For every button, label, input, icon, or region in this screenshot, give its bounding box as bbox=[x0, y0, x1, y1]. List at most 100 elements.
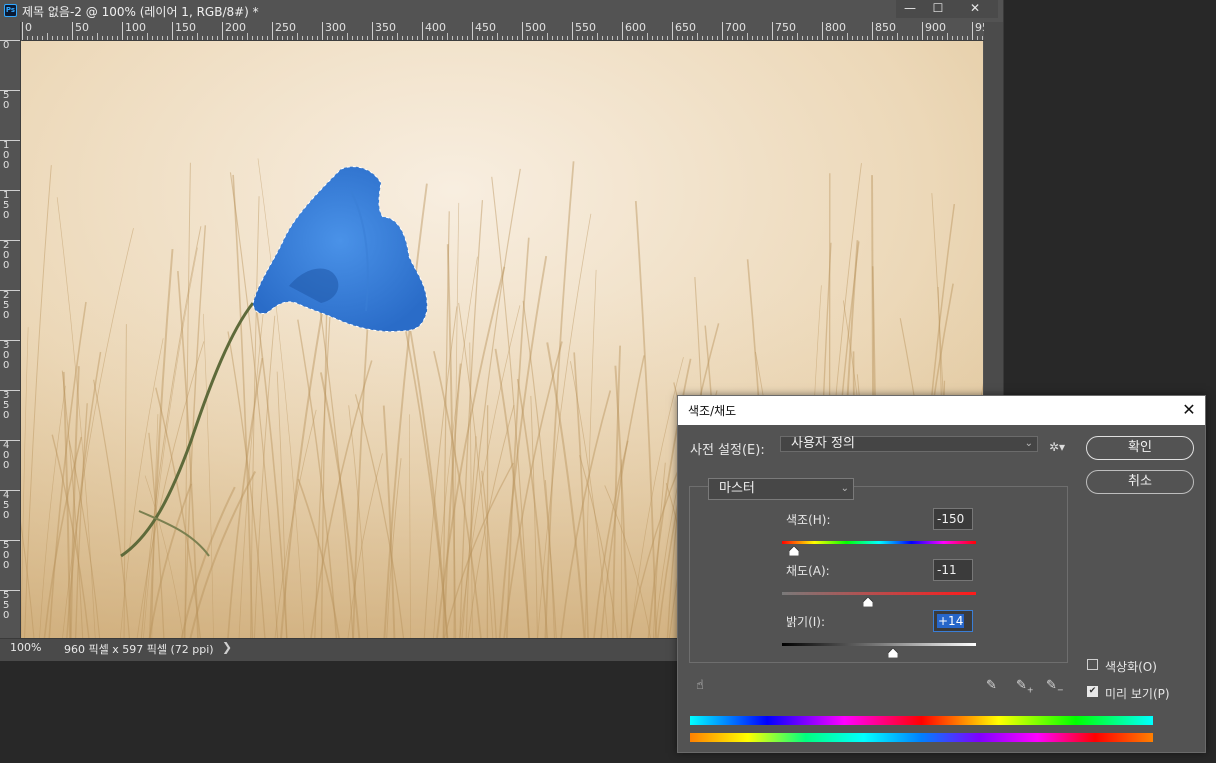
eyedropper-minus-icon[interactable]: ✎− bbox=[1046, 678, 1064, 695]
dialog-close-button[interactable]: ✕ bbox=[1178, 400, 1200, 420]
ruler-tick-label: 0 bbox=[0, 40, 20, 51]
ruler-minor-tick bbox=[912, 36, 913, 40]
colorize-checkbox[interactable] bbox=[1087, 659, 1098, 670]
ruler-minor-tick bbox=[402, 36, 403, 40]
ruler-minor-tick bbox=[437, 36, 438, 40]
hue-saturation-dialog: 색조/채도 ✕ 사전 설정(E): 사용자 정의 ⌄ ✲▾ 확인 취소 마스터 … bbox=[677, 395, 1206, 753]
hue-input[interactable]: -150 bbox=[933, 508, 973, 530]
ruler-minor-tick bbox=[307, 36, 308, 40]
preset-value: 사용자 정의 bbox=[791, 436, 855, 451]
ruler-minor-tick bbox=[57, 36, 58, 40]
ruler-minor-tick bbox=[262, 36, 263, 40]
cancel-button[interactable]: 취소 bbox=[1086, 470, 1194, 494]
ruler-corner[interactable] bbox=[0, 22, 21, 41]
document-title: 제목 없음-2 @ 100% (레이어 1, RGB/8#) * bbox=[22, 5, 259, 19]
saturation-input[interactable]: -11 bbox=[933, 559, 973, 581]
ruler-minor-tick bbox=[452, 36, 453, 40]
ruler-minor-tick bbox=[487, 36, 488, 40]
ruler-minor-tick bbox=[182, 36, 183, 40]
ruler-minor-tick bbox=[562, 36, 563, 40]
ruler-minor-tick bbox=[917, 36, 918, 40]
ruler-minor-tick bbox=[237, 36, 238, 40]
ruler-tick-label: 3 0 0 bbox=[0, 340, 20, 371]
colorize-label[interactable]: 색상화(O) bbox=[1105, 658, 1157, 675]
preset-select[interactable]: 사용자 정의 ⌄ bbox=[780, 436, 1038, 452]
ruler-minor-tick bbox=[167, 36, 168, 40]
lightness-slider-thumb[interactable] bbox=[887, 648, 898, 658]
ruler-minor-tick bbox=[352, 36, 353, 40]
ruler-minor-tick bbox=[942, 36, 943, 40]
ruler-minor-tick bbox=[957, 36, 958, 40]
ruler-minor-tick bbox=[177, 36, 178, 40]
ruler-minor-tick bbox=[952, 36, 953, 40]
ruler-minor-tick bbox=[852, 36, 853, 40]
ruler-minor-tick bbox=[282, 36, 283, 40]
ruler-minor-tick bbox=[842, 36, 843, 40]
preview-checkbox[interactable]: ✔ bbox=[1087, 686, 1098, 697]
ruler-tick-label: 4 0 0 bbox=[0, 440, 20, 471]
ruler-minor-tick bbox=[692, 36, 693, 40]
ruler-minor-tick bbox=[387, 36, 388, 40]
photoshop-icon: Ps bbox=[4, 4, 17, 17]
ruler-minor-tick bbox=[702, 36, 703, 40]
ruler-minor-tick bbox=[732, 36, 733, 40]
ruler-minor-tick bbox=[202, 36, 203, 40]
ruler-minor-tick bbox=[877, 36, 878, 40]
ruler-minor-tick bbox=[27, 36, 28, 40]
ruler-minor-tick bbox=[407, 36, 408, 40]
status-menu-arrow-icon[interactable]: ❯ bbox=[222, 640, 232, 654]
ruler-tick-label: 2 5 0 bbox=[0, 290, 20, 321]
ruler-minor-tick bbox=[277, 36, 278, 40]
ruler-minor-tick bbox=[287, 36, 288, 40]
saturation-slider-thumb[interactable] bbox=[863, 597, 874, 607]
eyedropper-plus-icon[interactable]: ✎+ bbox=[1016, 678, 1034, 695]
ruler-minor-tick bbox=[642, 36, 643, 40]
lightness-slider-track[interactable] bbox=[782, 643, 976, 646]
ruler-minor-tick bbox=[752, 36, 753, 40]
gear-icon[interactable]: ✲▾ bbox=[1049, 440, 1065, 454]
preview-label[interactable]: 미리 보기(P) bbox=[1105, 685, 1170, 702]
ruler-minor-tick bbox=[612, 36, 613, 40]
ruler-tick-label: 2 0 0 bbox=[0, 240, 20, 271]
hue-slider-track[interactable] bbox=[782, 541, 976, 544]
ruler-minor-tick bbox=[382, 36, 383, 40]
ruler-minor-tick bbox=[107, 36, 108, 40]
ruler-minor-tick bbox=[762, 36, 763, 40]
document-info: 960 픽셀 x 597 픽셀 (72 ppi) bbox=[64, 643, 214, 656]
channel-value: 마스터 bbox=[719, 481, 755, 496]
hue-slider-thumb[interactable] bbox=[788, 546, 799, 556]
dialog-titlebar[interactable]: 색조/채도 ✕ bbox=[678, 396, 1205, 425]
horizontal-ruler[interactable]: 0 50 100 150 200 250 300 350 400 450 500 550 600 650 7… bbox=[22, 22, 984, 41]
ruler-minor-tick bbox=[527, 36, 528, 40]
hand-target-icon[interactable]: ☝ bbox=[696, 678, 704, 693]
ruler-minor-tick bbox=[162, 36, 163, 40]
ruler-minor-tick bbox=[737, 36, 738, 40]
zoom-level[interactable]: 100% bbox=[10, 641, 41, 654]
lightness-input[interactable]: +14 bbox=[933, 610, 973, 632]
ruler-minor-tick bbox=[267, 36, 268, 40]
saturation-slider-track[interactable] bbox=[782, 592, 976, 595]
ruler-minor-tick bbox=[812, 36, 813, 40]
minimize-button[interactable]: — bbox=[896, 0, 924, 18]
ruler-minor-tick bbox=[557, 36, 558, 40]
close-button[interactable]: ✕ bbox=[952, 0, 998, 18]
eyedropper-icon[interactable]: ✎ bbox=[986, 678, 997, 693]
ruler-tick-label: 1 5 0 bbox=[0, 190, 20, 221]
ok-button[interactable]: 확인 bbox=[1086, 436, 1194, 460]
vertical-ruler[interactable]: 0 5 0 1 0 0 1 5 0 2 0 0 2 5 0 3 0 0 3 5 0 4 0 0 4… bbox=[0, 40, 21, 638]
ruler-minor-tick bbox=[907, 36, 908, 40]
ruler-minor-tick bbox=[347, 33, 348, 40]
channel-select[interactable]: 마스터 ⌄ bbox=[708, 478, 854, 500]
document-titlebar[interactable]: Ps 제목 없음-2 @ 100% (레이어 1, RGB/8#) * — ☐ … bbox=[0, 0, 1003, 22]
ruler-tick-label: 3 5 0 bbox=[0, 390, 20, 421]
ruler-minor-tick bbox=[152, 36, 153, 40]
ruler-minor-tick bbox=[247, 33, 248, 40]
hue-label: 색조(H): bbox=[786, 513, 831, 527]
ruler-minor-tick bbox=[707, 36, 708, 40]
ruler-minor-tick bbox=[312, 36, 313, 40]
ruler-tick-label: 5 0 bbox=[0, 90, 20, 111]
ruler-minor-tick bbox=[682, 36, 683, 40]
ruler-minor-tick bbox=[627, 36, 628, 40]
ruler-minor-tick bbox=[447, 33, 448, 40]
maximize-button[interactable]: ☐ bbox=[924, 0, 952, 18]
